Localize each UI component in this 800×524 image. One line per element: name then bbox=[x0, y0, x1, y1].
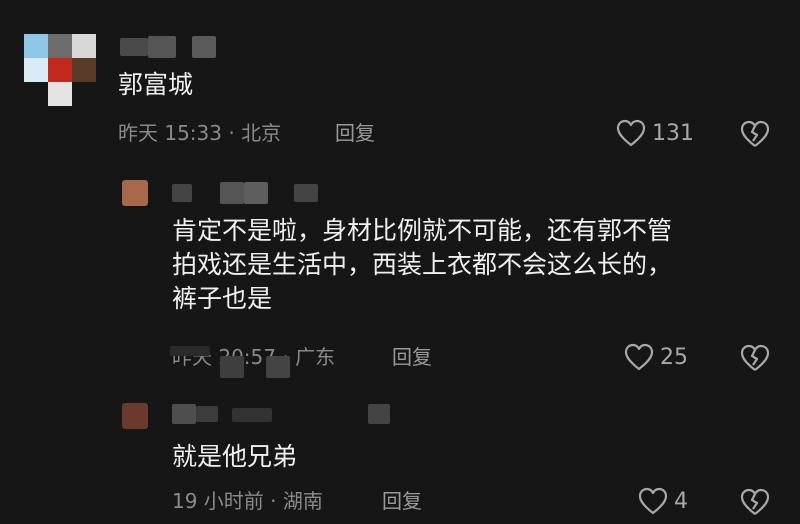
reply-button[interactable]: 回复 bbox=[382, 488, 422, 514]
broken-heart-icon bbox=[740, 488, 770, 516]
comment-meta: 19 小时前 · 湖南 bbox=[172, 489, 323, 513]
heart-outline-icon bbox=[638, 487, 668, 515]
reply-button[interactable]: 回复 bbox=[392, 344, 432, 370]
like-button[interactable]: 131 bbox=[616, 119, 694, 147]
username-blurred[interactable] bbox=[120, 36, 230, 58]
like-count: 131 bbox=[652, 120, 694, 146]
dislike-button[interactable] bbox=[740, 344, 770, 372]
avatar[interactable] bbox=[122, 180, 148, 206]
like-button[interactable]: 4 bbox=[638, 487, 688, 515]
broken-heart-icon bbox=[740, 120, 770, 148]
avatar[interactable] bbox=[122, 403, 148, 429]
like-count: 4 bbox=[674, 488, 688, 514]
avatar[interactable] bbox=[24, 34, 98, 106]
heart-outline-icon bbox=[616, 119, 646, 147]
broken-heart-icon bbox=[740, 344, 770, 372]
comment-meta: 昨天 15:33 · 北京 bbox=[118, 121, 282, 145]
comment-text: 郭富城 bbox=[118, 70, 194, 99]
dislike-button[interactable] bbox=[740, 120, 770, 148]
like-button[interactable]: 25 bbox=[624, 343, 688, 371]
like-count: 25 bbox=[660, 344, 688, 370]
comment-line: 肯定不是啦，身材比例就不可能，还有郭不管 bbox=[172, 216, 673, 245]
comment-line: 裤子也是 bbox=[172, 284, 273, 313]
reply-button[interactable]: 回复 bbox=[335, 120, 375, 146]
dislike-button[interactable] bbox=[740, 488, 770, 516]
comment-text: 肯定不是啦，身材比例就不可能，还有郭不管 拍戏还是生活中，西装上衣都不会这么长的… bbox=[172, 214, 672, 316]
comment-text: 就是他兄弟 bbox=[172, 442, 298, 471]
username-blurred[interactable] bbox=[172, 182, 322, 204]
username-blurred[interactable] bbox=[172, 402, 392, 426]
comment-line: 拍戏还是生活中，西装上衣都不会这么长的， bbox=[172, 250, 673, 279]
heart-outline-icon bbox=[624, 343, 654, 371]
timestamp-blur bbox=[170, 342, 300, 378]
